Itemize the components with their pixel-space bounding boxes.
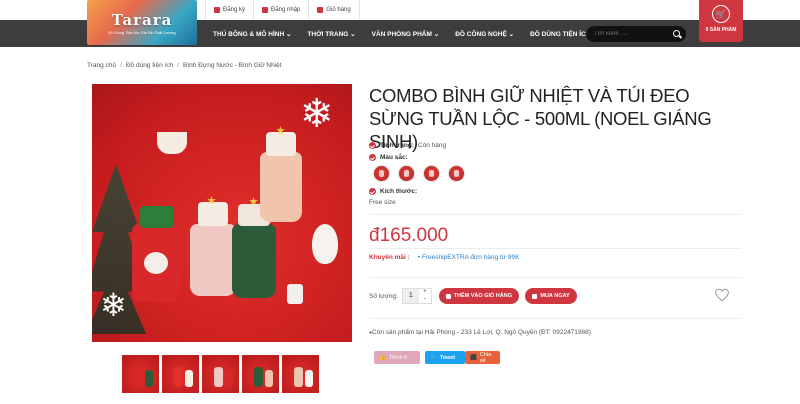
breadcrumb: Trang chủ / Đồ dùng tiện ích / Bình Đựng… [87,62,282,69]
cart-icon [446,293,451,299]
divider [369,214,742,215]
product-main-image[interactable]: ❄ ❄ [92,84,352,342]
nav-item-fashion[interactable]: THỜI TRANG ⌄ [299,30,363,38]
facebook-like-button[interactable]: 👍 Thích 0 [374,351,420,364]
check-icon [369,142,376,149]
cart-icon [317,7,324,13]
check-icon [369,188,376,195]
logo-tagline: Đồ Dùng Tiện Ích Giá Rẻ Chất Lượng [108,30,176,35]
bottle-green [232,224,276,298]
thumbnail[interactable] [162,355,199,393]
quantity-increment[interactable]: + [419,289,431,296]
breadcrumb-category[interactable]: Đồ dùng tiện ích [126,62,173,69]
bear-print [144,252,168,274]
bottle-peach [260,152,302,222]
cart-widget[interactable]: 🛒 0 SẢN PHẨM [699,0,743,42]
search-box [586,26,686,42]
share-icon: ⬛ [470,354,477,361]
main-nav: THÚ BÔNG & MÔ HÌNH ⌄ THỜI TRANG ⌄ VĂN PH… [205,20,606,47]
snowflake-decoration: ❄ [100,287,127,323]
heart-icon[interactable] [714,288,730,302]
store-availability: Còn sản phẩm tại Hải Phòng - 233 Lê Lợi,… [369,329,591,336]
tweet-button[interactable]: 🐦 Tweet [425,351,465,364]
site-logo[interactable]: Tarara Đồ Dùng Tiện Ích Giá Rẻ Chất Lượn… [87,0,197,45]
size-value: Free size [369,199,396,206]
divider [369,248,742,249]
product-price: đ165.000 [369,225,449,246]
size-label: Kích thước: [369,188,417,195]
buy-now-button[interactable]: MUA NGAY [525,288,577,304]
search-input[interactable] [594,31,664,37]
cart-icon [532,293,538,299]
lid-image [287,284,303,304]
bottle-pink [190,224,236,296]
search-icon[interactable] [673,30,680,37]
cart-link[interactable]: Giỏ hàng [308,0,360,20]
bottle-cap [198,202,228,226]
stock-status: Tình trạng: Còn hàng [369,142,446,149]
chevron-down-icon: ⌄ [285,30,292,38]
divider [369,277,742,278]
color-swatches [373,165,465,182]
bottle-cap [266,132,296,156]
color-swatch[interactable] [373,165,390,182]
quantity-decrement[interactable]: - [419,296,431,303]
edit-icon [214,7,220,13]
nav-item-stationery[interactable]: VĂN PHÒNG PHẨM ⌄ [364,30,448,38]
twitter-icon: 🐦 [430,354,437,361]
quantity-stepper: 1 + - [401,288,432,304]
user-icon [262,7,269,13]
share-button[interactable]: ⬛ Chia sẻ [465,351,500,364]
cup-image [157,132,187,154]
promo-value[interactable]: FreeshipEXTRA đơn hàng từ 99K [418,254,520,261]
register-link[interactable]: Đăng ký [205,0,253,20]
bottle-cap [140,206,174,228]
login-link[interactable]: Đăng nhập [253,0,308,20]
logo-text: Tarara [111,11,173,29]
thumbnail[interactable] [122,355,159,393]
thumbs-up-icon: 👍 [379,354,386,361]
breadcrumb-separator: / [120,62,122,69]
color-swatch[interactable] [398,165,415,182]
thumbnail[interactable] [282,355,319,393]
account-links: Đăng ký Đăng nhập Giỏ hàng [205,0,360,20]
add-to-cart-button[interactable]: THÊM VÀO GIỎ HÀNG [439,288,519,304]
color-swatch[interactable] [448,165,465,182]
breadcrumb-home[interactable]: Trang chủ [87,62,116,69]
thumbnail[interactable] [242,355,279,393]
chevron-down-icon: ⌄ [433,30,440,38]
cart-icon: 🛒 [712,5,730,23]
quantity-input[interactable]: 1 [402,289,419,303]
nav-item-plush-figures[interactable]: THÚ BÔNG & MÔ HÌNH ⌄ [205,30,299,38]
quantity-label: Số lượng: [369,292,398,300]
promo-label: Khuyến mãi : [369,254,410,261]
snowman-figure [312,224,338,264]
chevron-down-icon: ⌄ [508,30,515,38]
promotion: Khuyến mãi : FreeshipEXTRA đơn hàng từ 9… [369,254,519,261]
chevron-down-icon: ⌄ [350,30,356,38]
color-swatch[interactable] [423,165,440,182]
nav-item-tech[interactable]: ĐỒ CÔNG NGHỆ ⌄ [447,30,522,38]
cart-count-label: 0 SẢN PHẨM [705,27,737,33]
color-label: Màu sắc: [369,154,408,161]
divider [369,318,742,319]
check-icon [369,154,376,161]
breadcrumb-separator: / [177,62,179,69]
snowflake-decoration: ❄ [300,92,334,136]
quantity-section: Số lượng: 1 + - [369,288,432,304]
product-thumbnails [122,355,319,393]
thumbnail[interactable] [202,355,239,393]
breadcrumb-subcategory[interactable]: Bình Đựng Nước - Bình Giữ Nhiệt [183,62,282,69]
